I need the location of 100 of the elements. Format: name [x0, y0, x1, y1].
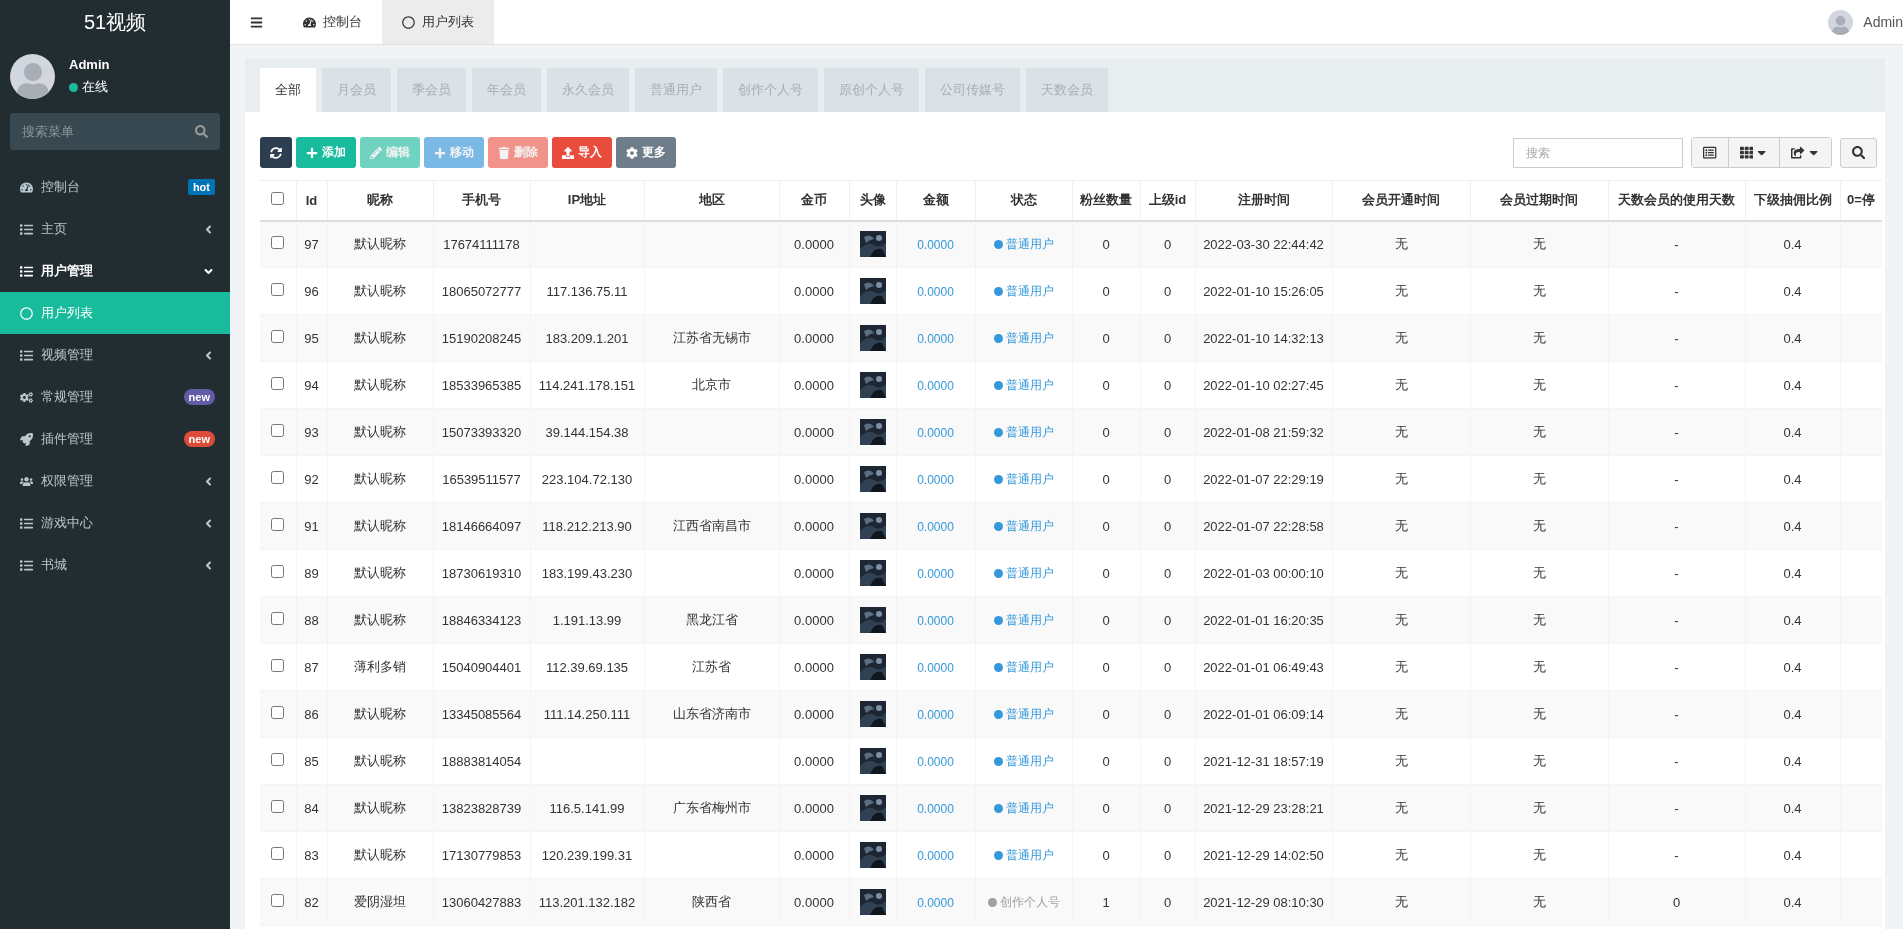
column-header[interactable]: 粉丝数量 [1072, 180, 1140, 221]
column-header[interactable]: 金额 [896, 180, 975, 221]
dashboard-icon [20, 180, 33, 194]
table-cell: 无 [1532, 706, 1546, 721]
table-cell: 无 [1532, 612, 1546, 627]
menu-item[interactable]: 控制台 hot [0, 166, 230, 208]
table-cell: 无 [1532, 283, 1546, 298]
status-text: 创作个人号 [999, 893, 1060, 911]
column-header[interactable]: 注册时间 [1195, 180, 1332, 221]
column-header[interactable]: 会员过期时间 [1470, 180, 1608, 221]
amount-link[interactable]: 0.0000 [917, 754, 954, 769]
action-button[interactable]: 添加 [296, 137, 356, 168]
search-field[interactable]: 搜索 [1513, 137, 1684, 168]
amount-link[interactable]: 0.0000 [917, 895, 954, 910]
table-cell: 无 [1532, 847, 1546, 862]
search-button[interactable] [1840, 137, 1877, 168]
column-header[interactable]: 会员开通时间 [1332, 180, 1470, 221]
table-cell: 0 [1102, 847, 1110, 863]
action-button[interactable]: 导入 [552, 137, 612, 168]
row-checkbox[interactable] [271, 283, 285, 296]
table-cell: 0 [1102, 659, 1110, 675]
row-checkbox[interactable] [271, 706, 285, 719]
page-tab[interactable]: 用户列表 [382, 0, 494, 44]
table-cell: 0 [1163, 330, 1172, 346]
table-cell: 0 [1163, 706, 1172, 722]
menu-item[interactable]: 插件管理 new [0, 418, 230, 460]
row-checkbox[interactable] [271, 659, 285, 672]
table-cell: - [1674, 283, 1679, 299]
row-checkbox[interactable] [271, 424, 285, 437]
row-checkbox[interactable] [271, 612, 285, 625]
amount-link[interactable]: 0.0000 [917, 237, 954, 252]
row-checkbox[interactable] [271, 753, 285, 766]
column-header[interactable]: 天数会员的使用天数 [1608, 180, 1745, 221]
table-cell: 无 [1394, 659, 1408, 674]
menu-item[interactable]: 游戏中心 [0, 502, 230, 544]
table-cell: 0 [1102, 471, 1110, 487]
list-icon [20, 516, 33, 530]
table-cell: 无 [1532, 471, 1546, 486]
amount-link[interactable]: 0.0000 [917, 378, 954, 393]
amount-link[interactable]: 0.0000 [917, 472, 954, 487]
amount-link[interactable]: 0.0000 [917, 801, 954, 816]
column-header[interactable]: 上级id [1140, 180, 1195, 221]
refresh-button[interactable] [260, 137, 292, 168]
column-header[interactable]: 下级抽佣比例 [1745, 180, 1840, 221]
table-cell: - [1674, 612, 1679, 628]
row-checkbox[interactable] [271, 377, 285, 390]
amount-link[interactable]: 0.0000 [917, 566, 954, 581]
menu-icon[interactable] [250, 15, 263, 29]
amount-link[interactable]: 0.0000 [917, 331, 954, 346]
export-button[interactable] [1779, 138, 1831, 167]
row-checkbox[interactable] [271, 847, 285, 860]
amount-link[interactable]: 0.0000 [917, 519, 954, 534]
menu-item[interactable]: 常规管理 new [0, 376, 230, 418]
row-checkbox[interactable] [271, 330, 285, 343]
select-all-checkbox[interactable] [271, 192, 285, 206]
menu-item[interactable]: 主页 [0, 208, 230, 250]
amount-link[interactable]: 0.0000 [917, 613, 954, 628]
user-name[interactable]: Admin [1863, 14, 1903, 30]
row-checkbox[interactable] [271, 471, 285, 484]
table-cell: 1 [1102, 894, 1110, 910]
action-button[interactable]: 更多 [616, 137, 676, 168]
column-header[interactable]: 地区 [644, 180, 779, 221]
column-header[interactable]: IP地址 [530, 180, 644, 221]
amount-link[interactable]: 0.0000 [917, 425, 954, 440]
menu-item[interactable]: 书城 [0, 544, 230, 586]
column-header[interactable]: 0=停 [1840, 180, 1882, 221]
row-checkbox[interactable] [271, 800, 285, 813]
table-cell: 薄利多销 [354, 659, 406, 674]
row-checkbox[interactable] [271, 236, 285, 250]
column-header[interactable]: 头像 [849, 180, 896, 221]
column-header[interactable]: 手机号 [433, 180, 530, 221]
row-checkbox[interactable] [271, 518, 285, 531]
table-cell: 92 [304, 471, 319, 487]
table-cell: - [1674, 518, 1679, 534]
table-cell: 183.199.43.230 [541, 565, 633, 581]
table-cell: 112.39.69.135 [545, 659, 629, 675]
trash-icon [498, 146, 510, 159]
table-cell: - [1674, 659, 1679, 675]
column-header[interactable]: 状态 [975, 180, 1072, 221]
amount-link[interactable]: 0.0000 [917, 284, 954, 299]
column-header[interactable]: 昵称 [327, 180, 433, 221]
menu-item[interactable]: 用户列表 [0, 292, 230, 334]
row-checkbox[interactable] [271, 894, 285, 907]
row-checkbox[interactable] [271, 565, 285, 578]
amount-link[interactable]: 0.0000 [917, 707, 954, 722]
menu-item[interactable]: 权限管理 [0, 460, 230, 502]
column-header[interactable]: 金币 [779, 180, 849, 221]
table-cell: 0.0000 [794, 330, 834, 346]
table-cell: 15040904401 [441, 659, 522, 675]
menu-item[interactable]: 用户管理 [0, 250, 230, 292]
amount-link[interactable]: 0.0000 [917, 660, 954, 675]
table-cell: - [1674, 236, 1679, 252]
status-text: 普通用户 [1005, 282, 1054, 300]
table-cell: 无 [1532, 236, 1546, 252]
filter-tab[interactable]: 全部 [260, 68, 316, 112]
table-cell: 0 [1102, 377, 1110, 393]
menu-item[interactable]: 视频管理 [0, 334, 230, 376]
amount-link[interactable]: 0.0000 [917, 848, 954, 863]
menu-search-field[interactable]: 搜索菜单 [10, 113, 220, 150]
column-header[interactable]: Id [296, 180, 327, 221]
